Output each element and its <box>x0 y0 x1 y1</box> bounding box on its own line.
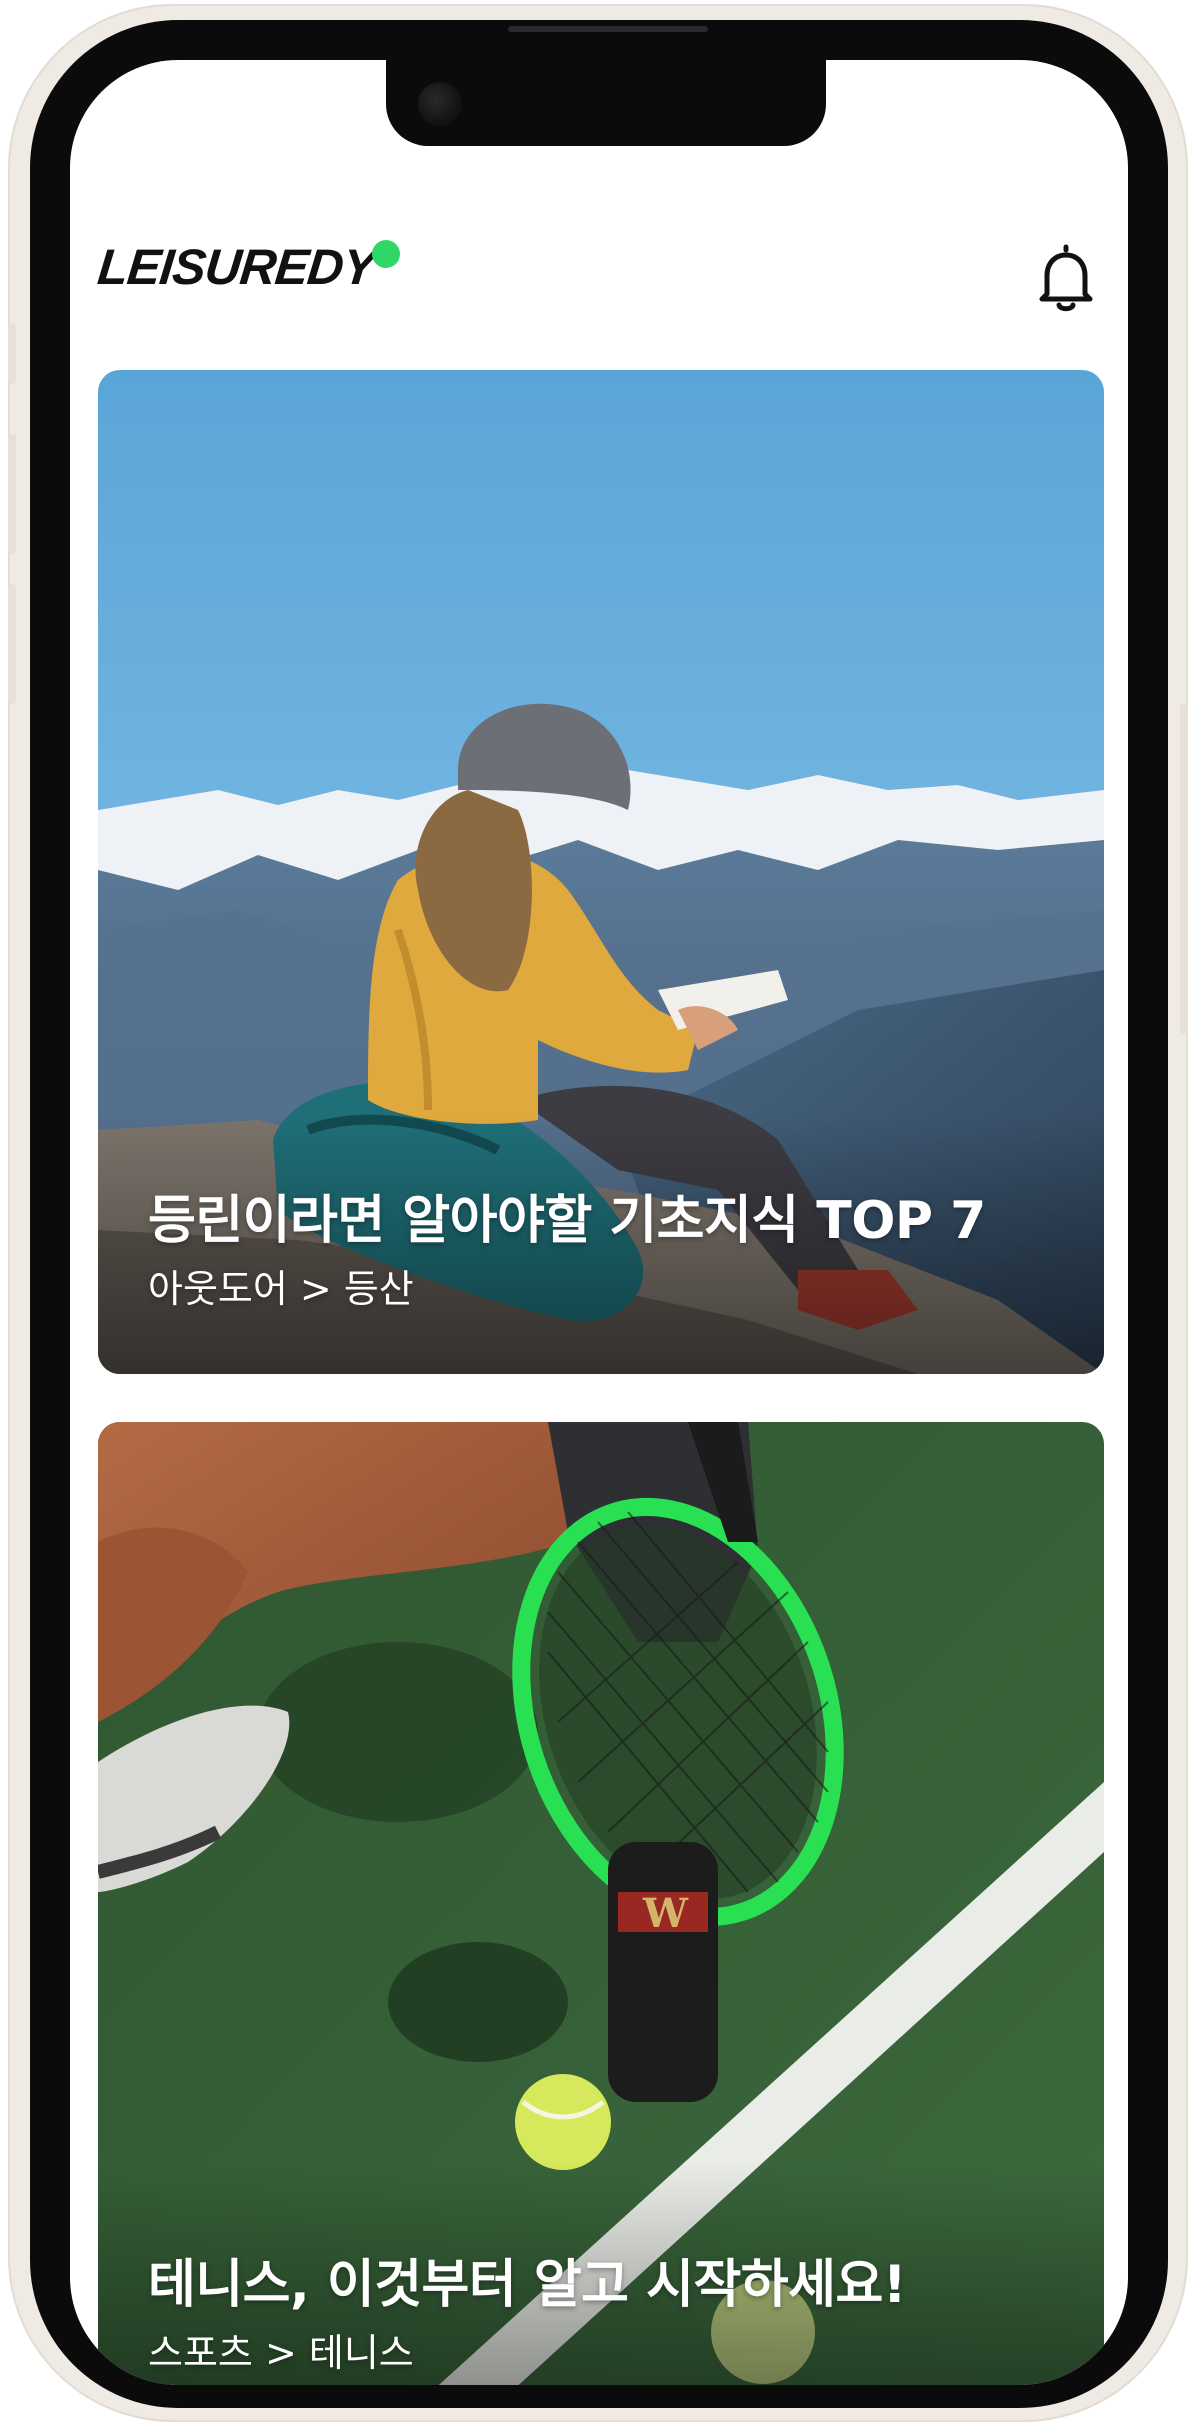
bell-icon <box>1039 244 1093 312</box>
silent-switch <box>8 324 16 384</box>
article-card-hiking[interactable]: 등린이라면 알아야할 기초지식 TOP 7 아웃도어 > 등산 <box>98 370 1104 1374</box>
power-button <box>1180 704 1188 1034</box>
article-card-tennis[interactable]: W 테니스, 이것부터 알고 시작하세요! 스포츠 > 테니스 <box>98 1422 1104 2385</box>
logo-dot <box>372 240 400 268</box>
notification-button[interactable] <box>1035 244 1097 314</box>
phone-frame: LEISUREDY 등린이라면 알아야할 기초지식 TOP 7 아웃도어 > 등… <box>8 4 1188 2422</box>
earpiece-speaker <box>508 26 708 32</box>
card-title: 등린이라면 알아야할 기초지식 TOP 7 <box>148 1191 986 1251</box>
volume-down-button <box>8 584 16 704</box>
app-logo[interactable]: LEISUREDY <box>95 238 378 296</box>
phone-bezel: LEISUREDY 등린이라면 알아야할 기초지식 TOP 7 아웃도어 > 등… <box>30 20 1168 2408</box>
app-header: LEISUREDY <box>70 200 1128 312</box>
card-category: 아웃도어 > 등산 <box>148 1267 414 1311</box>
card-title: 테니스, 이것부터 알고 시작하세요! <box>148 2255 907 2315</box>
phone-screen: LEISUREDY 등린이라면 알아야할 기초지식 TOP 7 아웃도어 > 등… <box>70 60 1128 2385</box>
svg-text:W: W <box>642 1890 689 1937</box>
front-camera <box>418 82 462 126</box>
volume-up-button <box>8 434 16 554</box>
card-category: 스포츠 > 테니스 <box>148 2331 414 2375</box>
phone-notch <box>386 60 826 146</box>
